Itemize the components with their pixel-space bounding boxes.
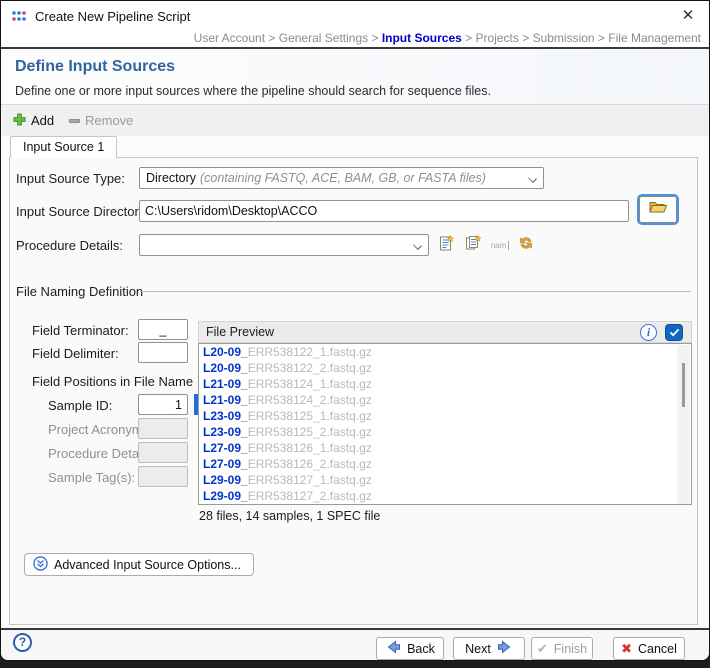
type-hint: (containing FASTQ, ACE, BAM, GB, or FAST… (200, 171, 486, 185)
chevron-down-icon (528, 174, 537, 183)
page-description: Define one or more input sources where t… (15, 84, 491, 98)
input-source-panel: Input Source Type: Directory (containing… (9, 157, 698, 625)
advanced-options-button[interactable]: Advanced Input Source Options... (24, 553, 254, 576)
file-preview-row[interactable]: L27-09_ERR538126_2.fastq.gz (199, 456, 691, 472)
title-bar: Create New Pipeline Script ✕ (1, 1, 709, 31)
field-delimiter-label: Field Delimiter: (32, 346, 119, 361)
sample-tags-label: Sample Tag(s): (48, 470, 135, 485)
remove-label: Remove (85, 113, 133, 128)
file-preview-title: File Preview (206, 325, 274, 339)
finish-button: ✔ Finish (531, 637, 593, 660)
input-source-type-label: Input Source Type: (16, 171, 125, 186)
app-icon (11, 8, 27, 24)
file-preview-row[interactable]: L20-09_ERR538122_2.fastq.gz (199, 360, 691, 376)
file-preview-list[interactable]: L20-09_ERR538122_1.fastq.gzL20-09_ERR538… (198, 343, 692, 505)
cancel-label: Cancel (638, 642, 677, 656)
file-preview-row[interactable]: L29-09_ERR538127_1.fastq.gz (199, 472, 691, 488)
create-pipeline-dialog: Create New Pipeline Script ✕ User Accoun… (0, 0, 710, 661)
input-source-type-select[interactable]: Directory (containing FASTQ, ACE, BAM, G… (139, 167, 544, 189)
file-preview-row[interactable]: L23-09_ERR538125_1.fastq.gz (199, 408, 691, 424)
back-button[interactable]: Back (376, 637, 444, 660)
next-label: Next (465, 642, 491, 656)
plus-icon (13, 113, 26, 129)
sample-id-input[interactable] (138, 394, 188, 415)
breadcrumb-step: Submission > (533, 31, 609, 45)
field-terminator-input[interactable] (138, 319, 188, 340)
breadcrumb-step: Input Sources > (382, 31, 476, 45)
file-preview-summary: 28 files, 14 samples, 1 SPEC file (199, 509, 380, 523)
file-preview-row[interactable]: L23-09_ERR538125_2.fastq.gz (199, 424, 691, 440)
scrollbar-thumb[interactable] (682, 363, 685, 407)
file-preview-row[interactable]: L20-09_ERR538122_1.fastq.gz (199, 344, 691, 360)
procedure-details-position-input (138, 442, 188, 463)
close-icon[interactable]: ✕ (677, 6, 699, 26)
add-label: Add (31, 113, 54, 128)
browse-directory-button[interactable] (639, 196, 677, 223)
cancel-x-icon: ✖ (621, 641, 632, 657)
directory-input[interactable] (139, 200, 629, 222)
breadcrumb-step: File Management (608, 31, 701, 45)
copy-document-icon (465, 235, 481, 256)
page-title: Define Input Sources (15, 58, 175, 76)
file-preview-row[interactable]: L21-09_ERR538124_2.fastq.gz (199, 392, 691, 408)
info-icon[interactable]: i (640, 324, 657, 341)
project-acronym-input (138, 418, 188, 439)
file-naming-section-title: File Naming Definition (16, 284, 143, 299)
remove-source-button[interactable]: Remove (65, 110, 137, 131)
procedure-details-select[interactable] (139, 234, 429, 256)
new-document-icon (438, 235, 454, 256)
copy-procedure-button[interactable] (462, 234, 484, 256)
arrow-right-icon (497, 640, 513, 657)
sample-tags-input (138, 466, 188, 487)
cancel-button[interactable]: ✖ Cancel (613, 637, 685, 660)
group-divider (140, 291, 691, 292)
file-preview-row[interactable]: L27-09_ERR538126_1.fastq.gz (199, 440, 691, 456)
field-delimiter-input[interactable] (138, 342, 188, 363)
wizard-header: Define Input Sources Define one or more … (1, 49, 709, 105)
add-source-button[interactable]: Add (9, 110, 58, 131)
type-selected-value: Directory (146, 171, 196, 185)
field-positions-title: Field Positions in File Name (32, 374, 193, 389)
next-button[interactable]: Next (453, 637, 525, 660)
file-preview-row[interactable]: L29-09_ERR538127_2.fastq.gz (199, 488, 691, 504)
window-title: Create New Pipeline Script (35, 9, 190, 24)
input-source-directory-label: Input Source Directory: (16, 204, 149, 219)
advanced-options-label: Advanced Input Source Options... (54, 558, 241, 572)
arrow-left-icon (385, 640, 401, 657)
new-procedure-button[interactable] (435, 234, 457, 256)
tab-input-source-1[interactable]: Input Source 1 (10, 136, 117, 158)
footer-bar: ? Back Next ✔ Finish ✖ Cancel (1, 630, 709, 661)
help-icon[interactable]: ? (13, 633, 32, 652)
refresh-procedures-button[interactable] (515, 234, 537, 256)
source-toolbar: Add Remove (1, 105, 709, 136)
folder-icon (648, 199, 668, 220)
field-terminator-label: Field Terminator: (32, 323, 129, 338)
breadcrumb-step: User Account > (194, 31, 279, 45)
procedure-details-label: Procedure Details: (16, 238, 123, 253)
file-preview-checkbox[interactable] (665, 324, 683, 341)
finish-label: Finish (554, 642, 587, 656)
file-preview-header: File Preview i (198, 321, 692, 343)
breadcrumb-step: Projects > (476, 31, 533, 45)
breadcrumb-step: General Settings > (279, 31, 382, 45)
sample-id-label: Sample ID: (48, 398, 112, 413)
file-preview-row[interactable]: L21-09_ERR538124_1.fastq.gz (199, 376, 691, 392)
file-preview-scrollbar[interactable] (677, 345, 690, 505)
breadcrumb: User Account > General Settings > Input … (1, 31, 709, 48)
rename-icon: nam (491, 241, 510, 250)
minus-icon (69, 119, 80, 123)
project-acronym-label: Project Acronym: (48, 422, 146, 437)
double-chevron-down-icon (33, 556, 48, 574)
back-label: Back (407, 642, 435, 656)
chevron-down-icon (413, 241, 422, 250)
rename-procedure-button[interactable]: nam (489, 234, 511, 256)
refresh-icon (518, 235, 534, 256)
check-icon: ✔ (537, 641, 548, 657)
